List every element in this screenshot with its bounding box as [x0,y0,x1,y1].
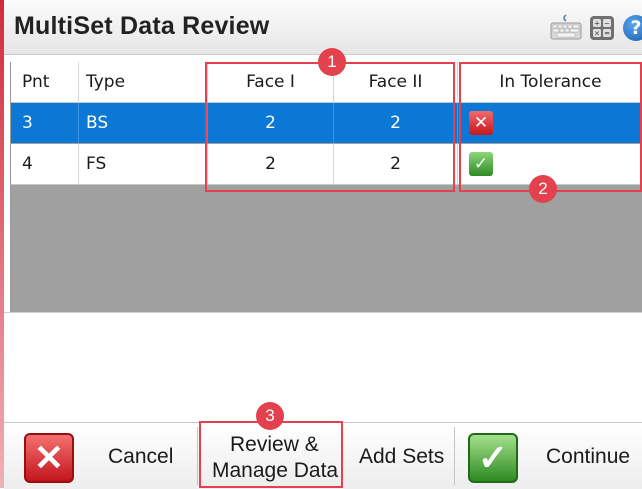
continue-check-icon: ✓ [468,433,518,483]
cancel-x-icon: ✕ [24,433,74,483]
column-header-type[interactable]: Type [79,62,208,102]
cancel-button[interactable]: ✕ Cancel [4,423,194,489]
annotation-badge-2: 2 [529,175,557,203]
svg-text:×: × [594,30,600,38]
add-sets-button[interactable]: Add Sets [348,423,452,489]
divider [4,312,642,313]
button-separator [197,427,198,485]
page-title: MultiSet Data Review [14,12,270,40]
cell-pnt: 3 [11,103,79,143]
keyboard-icon[interactable] [550,14,582,40]
add-sets-label: Add Sets [359,445,445,468]
button-separator [454,427,455,485]
cell-type: BS [79,103,208,143]
continue-button[interactable]: ✓ Continue [456,423,642,489]
cell-pnt: 4 [11,144,79,184]
annotation-box-faces [205,62,455,192]
cancel-label: Cancel [108,445,174,468]
annotation-box-tolerance [459,62,642,192]
annotation-box-review [199,421,343,488]
column-header-pnt[interactable]: Pnt [11,62,79,102]
annotation-badge-3: 3 [256,402,284,430]
svg-text:+: + [594,20,600,28]
continue-label: Continue [546,445,631,468]
window-edge [0,0,4,488]
calculator-icon[interactable]: + − × = [590,16,614,40]
help-icon[interactable]: ? [623,15,642,41]
svg-text:−: − [604,20,610,28]
svg-text:=: = [604,30,610,38]
cell-type: FS [79,144,208,184]
title-bar: MultiSet Data Review + − × = ? [4,0,642,55]
annotation-badge-1: 1 [318,48,346,76]
